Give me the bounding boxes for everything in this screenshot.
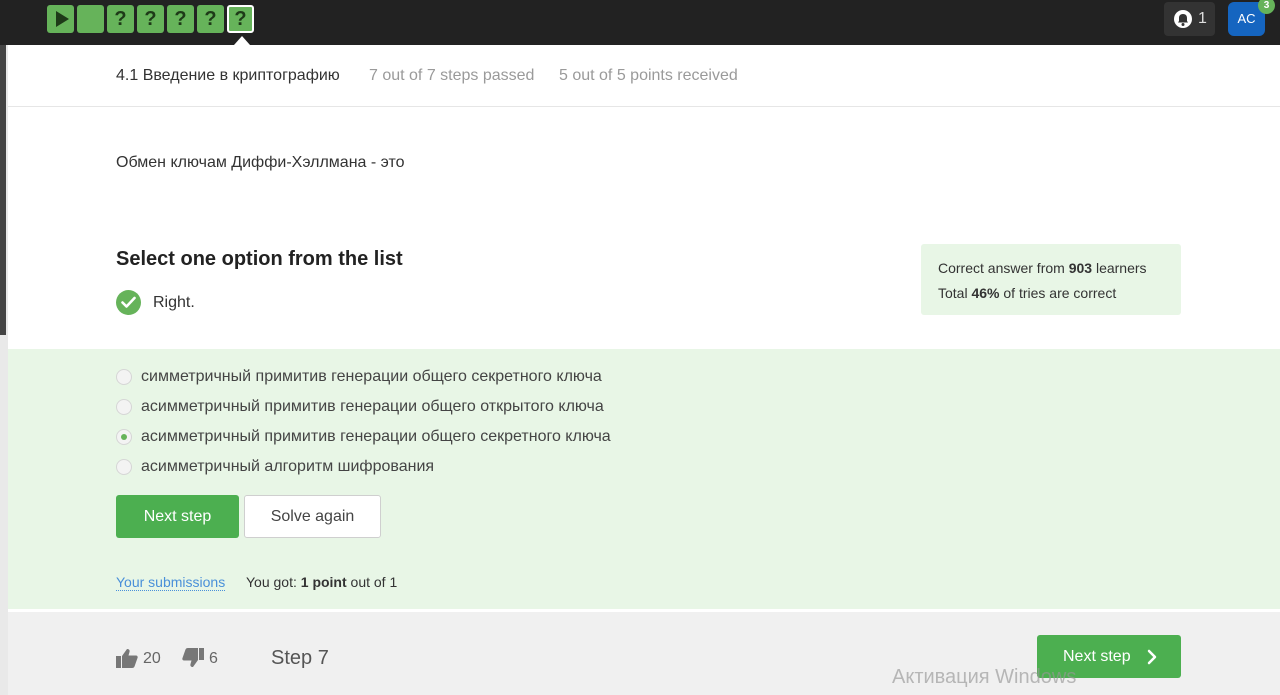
correct-check-icon [116,290,141,315]
stats-line1-prefix: Correct answer from [938,260,1069,276]
stats-correct-learners: Correct answer from 903 learners [938,260,1147,276]
thumbs-down-icon[interactable] [182,648,204,668]
score-prefix: You got: [246,574,301,590]
steps-passed-text: 7 out of 7 steps passed [369,67,535,84]
likes-count: 20 [143,650,161,667]
dislikes-count: 6 [209,650,218,667]
avatar-badge: 3 [1258,0,1275,14]
lesson-header: 4.1 Введение в криптографию 7 out of 7 s… [8,45,1280,107]
result-status: Right. [153,294,195,311]
option-1-label: симметричный примитив генерации общего с… [141,368,602,385]
option-2-radio[interactable] [116,399,132,415]
option-3-radio-selected[interactable] [116,429,132,445]
answer-area [8,349,1280,609]
notification-bell-icon [1174,10,1192,28]
your-submissions-link[interactable]: Your submissions [116,574,226,591]
option-3-label: асимметричный примитив генерации общего … [141,428,611,445]
score-text: You got: 1 point out of 1 [246,574,397,590]
points-received-text: 5 out of 5 points received [559,67,738,84]
option-1-radio[interactable] [116,369,132,385]
notifications-button[interactable]: 1 [1164,2,1215,36]
step-number-label: Step 7 [271,647,329,669]
option-2-label: асимметричный примитив генерации общего … [141,398,604,415]
lesson-title: 4.1 Введение в криптографию [116,67,340,84]
stats-line2-prefix: Total [938,285,972,301]
top-navigation-bar: ? ? ? ? ? 1 AC 3 [0,0,1280,45]
step-2-button[interactable] [77,5,104,33]
current-step-caret [234,36,250,45]
stats-box: Correct answer from 903 learners Total 4… [921,244,1181,315]
stats-learners-count: 903 [1068,260,1093,276]
chevron-right-icon [1147,649,1157,665]
stats-tries-percent: Total 46% of tries are correct [938,285,1116,301]
option-4-radio[interactable] [116,459,132,475]
question-text: Обмен ключам Диффи-Хэллмана - это [116,154,405,171]
solve-again-button[interactable]: Solve again [244,495,381,538]
thumbs-up-icon[interactable] [116,648,138,668]
stats-line1-suffix: learners [1092,260,1147,276]
stats-percent-value: 46% [971,285,1000,301]
step-5-button[interactable]: ? [167,5,194,33]
step-6-button[interactable]: ? [197,5,224,33]
score-points: 1 point [300,574,347,590]
stats-line2-suffix: of tries are correct [999,285,1117,301]
windows-activation-watermark: Активация Windows [892,666,1077,688]
step-7-button-current[interactable]: ? [227,5,254,33]
score-suffix: out of 1 [346,574,398,590]
step-1-play-button[interactable] [47,5,74,33]
left-sidebar-shadow [0,45,6,335]
footer-next-step-label: Next step [1063,648,1131,665]
step-3-button[interactable]: ? [107,5,134,33]
option-4-label: асимметричный алгоритм шифрования [141,458,435,475]
step-4-button[interactable]: ? [137,5,164,33]
next-step-button[interactable]: Next step [116,495,239,538]
play-icon [55,11,69,27]
notification-count: 1 [1198,10,1207,27]
quiz-heading: Select one option from the list [116,248,403,270]
